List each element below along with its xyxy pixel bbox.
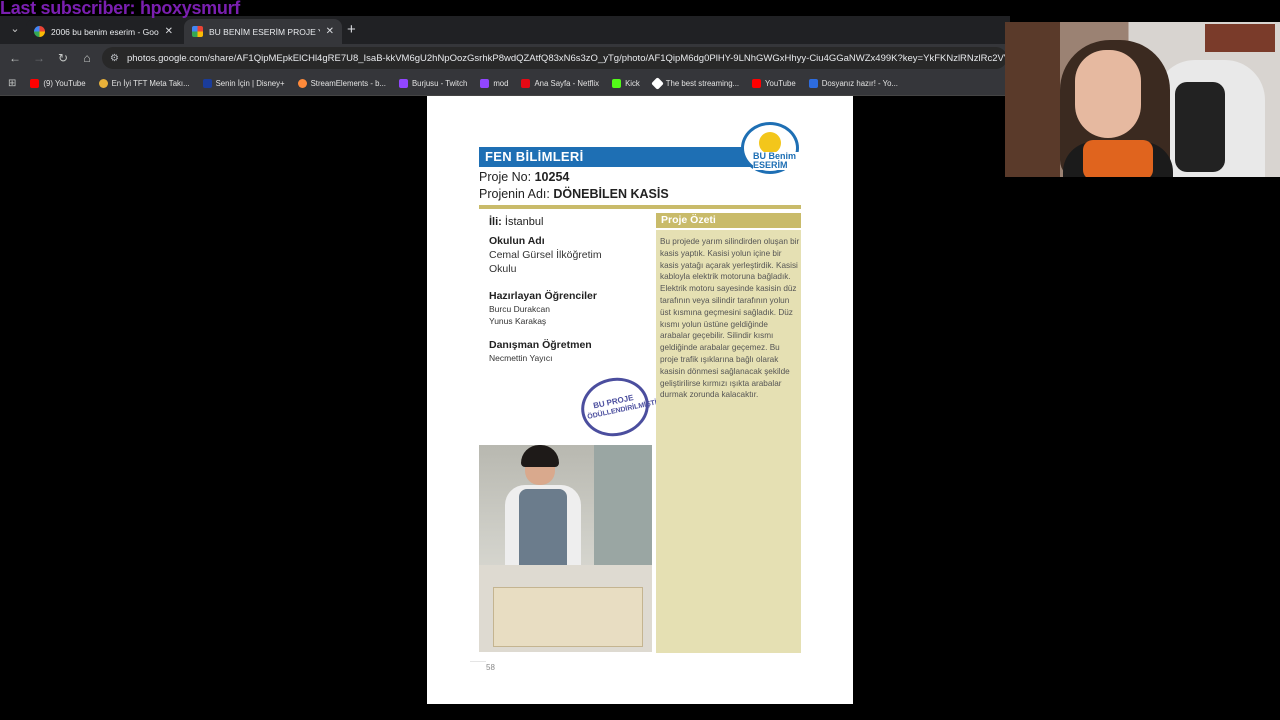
bookmark-label: Senin İçin | Disney+ xyxy=(215,79,285,88)
last-subscriber-overlay: Last subscriber: hpoxysmurf xyxy=(0,0,240,18)
google-photos-icon xyxy=(192,26,203,37)
youtube-icon xyxy=(752,79,762,88)
forward-icon[interactable]: → xyxy=(30,49,48,67)
bookmark-item[interactable]: (9) YouTube xyxy=(30,79,86,88)
bookmark-item[interactable]: StreamElements - b... xyxy=(297,79,386,88)
tab-google-photos[interactable]: BU BENİM ESERİM PROJE YARIŞ ✕ xyxy=(184,19,342,44)
award-stamp: BU PROJE ÖDÜLLENDİRİLMİŞTİR xyxy=(575,371,662,443)
back-icon[interactable]: ← xyxy=(6,49,24,67)
city-value: İstanbul xyxy=(504,216,544,228)
bookmark-label: Burjusu - Twitch xyxy=(411,79,468,88)
tab-strip: ⌄ 2006 bu benim eserim - Google ✕ BU BEN… xyxy=(0,16,1010,44)
summary-text: Bu projede yarım silindirden oluşan bir … xyxy=(660,237,800,400)
disney-icon xyxy=(202,79,212,88)
streamelements-icon xyxy=(297,79,307,88)
bookmark-item[interactable]: Senin İçin | Disney+ xyxy=(202,79,285,88)
logo-text: BU Benim ESERİM xyxy=(753,152,803,170)
bookmark-label: Kick xyxy=(625,79,640,88)
school-name-line1: Cemal Gürsel İlköğretim xyxy=(489,249,602,261)
summary-title: Proje Özeti xyxy=(661,214,716,226)
city-label: İli: xyxy=(489,216,502,228)
tab-google-search[interactable]: 2006 bu benim eserim - Google ✕ xyxy=(26,19,181,44)
bookmark-label: En İyi TFT Meta Takı... xyxy=(111,79,190,88)
bookmark-item[interactable]: YouTube xyxy=(752,79,796,88)
bookmark-label: StreamElements - b... xyxy=(310,79,386,88)
page-number-value: 58 xyxy=(486,663,495,672)
google-icon xyxy=(34,26,45,37)
student-photo xyxy=(479,445,652,652)
close-tab-icon[interactable]: ✕ xyxy=(165,26,173,37)
youtube-icon xyxy=(30,79,40,88)
tab-search-icon[interactable]: ⌄ xyxy=(6,20,24,38)
webcam-feed xyxy=(1005,22,1280,177)
bookmark-label: (9) YouTube xyxy=(43,79,86,88)
apps-grid-icon[interactable]: ⊞ xyxy=(8,78,16,89)
project-number-value: 10254 xyxy=(534,170,570,184)
bookmark-item[interactable]: Dosyanız hazır! - Yo... xyxy=(808,79,898,88)
reload-icon[interactable]: ↻ xyxy=(54,49,72,67)
bookmark-item[interactable]: Kick xyxy=(612,79,640,88)
project-name-value: DÖNEBİLEN KASİS xyxy=(553,187,669,201)
bookmark-label: YouTube xyxy=(765,79,796,88)
document-page: FEN BİLİMLERİ BU Benim ESERİM Proje No: … xyxy=(427,96,853,704)
bookmark-item[interactable]: Ana Sayfa - Netflix xyxy=(521,79,599,88)
students-label: Hazırlayan Öğrenciler xyxy=(489,290,597,302)
twitch-icon xyxy=(480,79,490,88)
tft-icon xyxy=(98,79,108,88)
kick-icon xyxy=(612,79,622,88)
page-number: ———— 58 xyxy=(470,658,495,672)
advisor-label: Danışman Öğretmen xyxy=(489,339,592,351)
bookmark-item[interactable]: mod xyxy=(480,79,508,88)
project-name: Projenin Adı: DÖNEBİLEN KASİS xyxy=(479,187,669,201)
advisor-name: Necmettin Yayıcı xyxy=(489,353,553,363)
section-title: FEN BİLİMLERİ xyxy=(485,149,584,164)
tab-title: BU BENİM ESERİM PROJE YARIŞ xyxy=(209,26,320,37)
bookmark-item[interactable]: The best streaming... xyxy=(650,77,740,90)
school-name-line2: Okulu xyxy=(489,263,517,275)
browser-toolbar: ← → ↻ ⌂ ⚙ photos.google.com/share/AF1Qip… xyxy=(0,44,1010,72)
bookmark-label: The best streaming... xyxy=(665,79,740,88)
project-number-label: Proje No: xyxy=(479,170,532,184)
tab-title: 2006 bu benim eserim - Google xyxy=(51,26,159,37)
bookmark-item[interactable]: En İyi TFT Meta Takı... xyxy=(98,79,190,88)
netflix-icon xyxy=(521,79,531,88)
bookmarks-bar: ⊞ (9) YouTube En İyi TFT Meta Takı... Se… xyxy=(0,72,1010,96)
speed-bump-model xyxy=(493,587,643,647)
streaming-site-icon xyxy=(650,77,664,90)
twitch-icon xyxy=(398,79,408,88)
new-tab-icon[interactable]: + xyxy=(347,21,356,39)
address-bar[interactable]: ⚙ photos.google.com/share/AF1QipMEpkElCH… xyxy=(102,47,1007,69)
bookmark-label: mod xyxy=(493,79,509,88)
streamer-face xyxy=(1075,50,1141,138)
project-number: Proje No: 10254 xyxy=(479,170,569,184)
city: İli: İstanbul xyxy=(489,216,543,228)
home-icon[interactable]: ⌂ xyxy=(78,49,96,67)
bookmark-label: Ana Sayfa - Netflix xyxy=(534,79,600,88)
section-header: FEN BİLİMLERİ xyxy=(479,147,754,167)
divider xyxy=(479,205,801,209)
bu-benim-eserim-logo: BU Benim ESERİM xyxy=(739,122,803,176)
close-tab-icon[interactable]: ✕ xyxy=(326,26,334,37)
student-name: Yunus Karakaş xyxy=(489,316,547,326)
screen: ⌄ 2006 bu benim eserim - Google ✕ BU BEN… xyxy=(0,0,1280,720)
download-site-icon xyxy=(808,79,818,88)
bookmark-item[interactable]: Burjusu - Twitch xyxy=(398,79,468,88)
site-info-icon[interactable]: ⚙ xyxy=(110,53,119,64)
bookmark-label: Dosyanız hazır! - Yo... xyxy=(821,79,898,88)
url-text: photos.google.com/share/AF1QipMEpkElCHl4… xyxy=(126,52,1007,64)
project-name-label: Projenin Adı: xyxy=(479,187,550,201)
school-label: Okulun Adı xyxy=(489,235,545,247)
student-name: Burcu Durakcan xyxy=(489,304,550,314)
summary-header: Proje Özeti xyxy=(656,213,801,228)
